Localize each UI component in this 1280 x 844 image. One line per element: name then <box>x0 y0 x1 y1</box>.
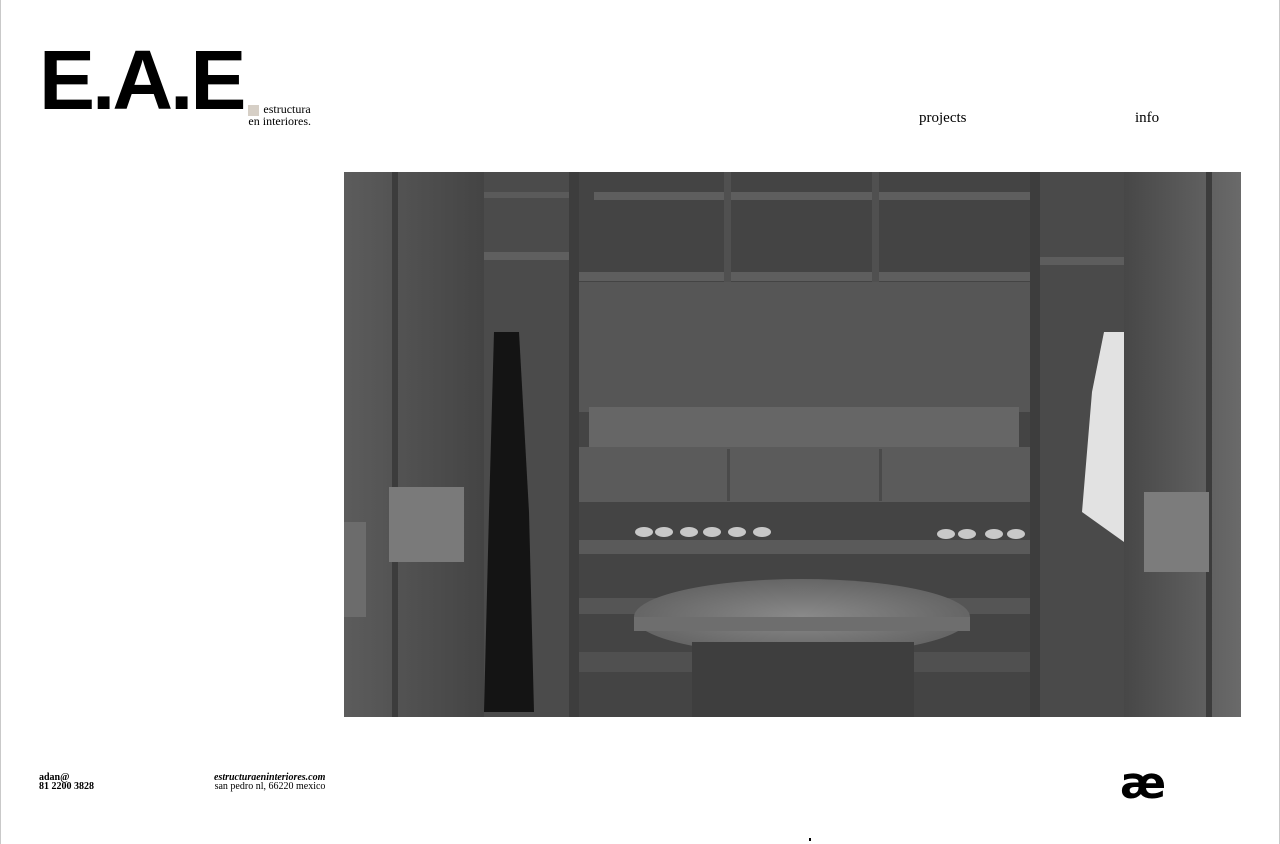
brand-logo[interactable]: E.A.E estructura en interiores. <box>39 33 311 127</box>
ae-logo-icon: æ <box>1120 758 1167 809</box>
hero-image <box>344 172 1241 717</box>
postal-address: san pedro nl, 66220 mexico <box>214 781 326 792</box>
scroll-indicator <box>809 838 811 841</box>
nav-info-link[interactable]: info <box>1135 110 1159 127</box>
tagline-swatch <box>248 105 260 116</box>
contact-phone[interactable]: 81 2200 3828 <box>39 782 94 792</box>
logo-tagline: estructura en interiores. <box>248 103 311 127</box>
footer-contact: adan@ 81 2200 3828 <box>39 773 94 792</box>
footer-address: estructuraeninteriores.com san pedro nl,… <box>214 773 326 792</box>
tagline-line2: en interiores. <box>248 114 312 128</box>
nav-projects-link[interactable]: projects <box>919 110 966 127</box>
closet-photo <box>344 172 1241 717</box>
logo-mark: E.A.E <box>39 33 246 127</box>
